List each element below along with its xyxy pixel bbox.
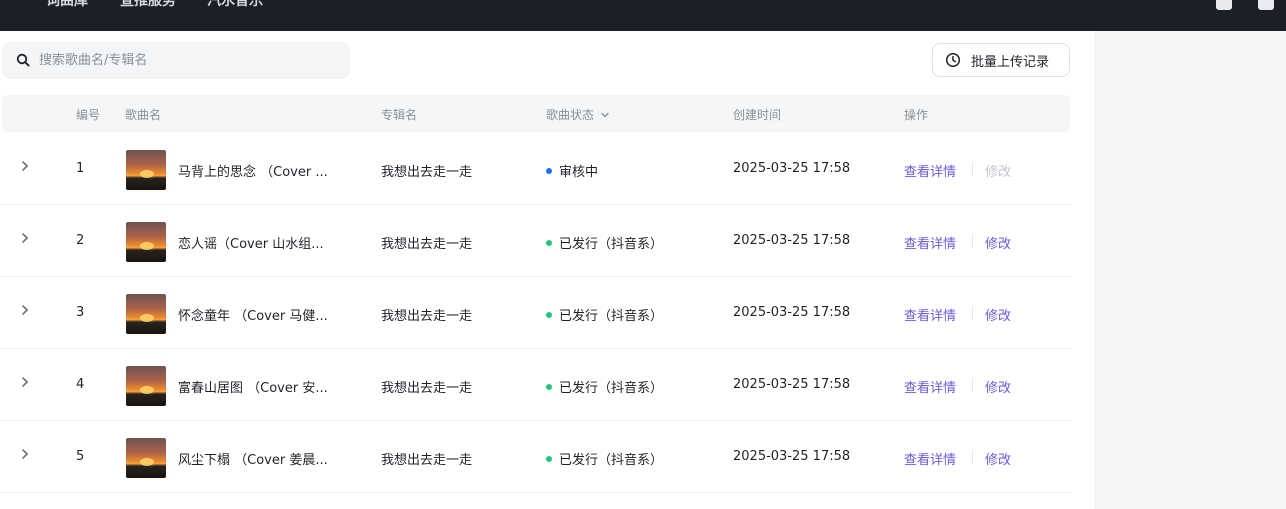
- chevron-right-icon[interactable]: [18, 375, 32, 389]
- table-row: 2 恋人谣（Cover 山水组... 我想出去走一走 已发行（抖音系） 2025-03-…: [0, 205, 1072, 277]
- song-name: 富春山居图 （Cover 安...: [178, 381, 328, 396]
- chevron-right-icon[interactable]: [18, 159, 32, 173]
- chevron-right-icon[interactable]: [18, 231, 32, 245]
- search-icon: [16, 53, 30, 67]
- created-time: 2025-03-25 17:58: [733, 449, 851, 464]
- chevron-right-icon[interactable]: [18, 447, 32, 461]
- nav-item-lyrics-library[interactable]: 词曲库: [46, 0, 88, 11]
- album-cover: [126, 294, 166, 334]
- top-navigation-bar: 词曲库 宣推服务 汽水音乐: [0, 0, 1286, 31]
- status-badge: 已发行（抖音系）: [546, 377, 663, 396]
- created-time: 2025-03-25 17:58: [733, 377, 851, 392]
- action-divider: [972, 379, 973, 391]
- column-header-created: 创建时间: [733, 108, 782, 122]
- created-time: 2025-03-25 17:58: [733, 233, 851, 248]
- status-text: 已发行（抖音系）: [559, 453, 664, 468]
- view-details-link[interactable]: 查看详情: [904, 377, 956, 396]
- row-number: 3: [76, 305, 85, 320]
- nav-item-promotion-service[interactable]: 宣推服务: [120, 0, 176, 11]
- album-cover: [126, 222, 166, 262]
- modify-link[interactable]: 修改: [985, 305, 1011, 324]
- status-badge: 已发行（抖音系）: [546, 233, 663, 252]
- clock-icon: [945, 52, 961, 68]
- nav-item-qishui-music[interactable]: 汽水音乐: [207, 0, 263, 11]
- album-name: 我想出去走一走: [381, 165, 473, 180]
- album-name: 我想出去走一走: [381, 309, 473, 324]
- status-badge: 已发行（抖音系）: [546, 449, 663, 468]
- view-details-link[interactable]: 查看详情: [904, 161, 956, 180]
- row-number: 2: [76, 233, 85, 248]
- clipboard-icon[interactable]: [1216, 0, 1232, 10]
- song-name: 怀念童年 （Cover 马健...: [178, 309, 328, 324]
- status-text: 已发行（抖音系）: [559, 237, 664, 252]
- status-dot: [546, 167, 552, 174]
- view-details-link[interactable]: 查看详情: [904, 233, 956, 252]
- view-details-link[interactable]: 查看详情: [904, 449, 956, 468]
- search-box[interactable]: [2, 42, 350, 79]
- table-row: 1 马背上的思念 （Cover ... 我想出去走一走 审核中 2025-03-25 1…: [0, 133, 1072, 205]
- action-divider: [972, 235, 973, 247]
- column-header-status: 歌曲状态: [546, 108, 595, 122]
- table-row: 5 风尘下榻 （Cover 姜晨... 我想出去走一走 已发行（抖音系） 2025-03…: [0, 421, 1072, 493]
- song-name: 恋人谣（Cover 山水组...: [178, 237, 324, 252]
- status-text: 已发行（抖音系）: [559, 381, 664, 396]
- album-cover: [126, 438, 166, 478]
- status-text: 已发行（抖音系）: [559, 309, 664, 324]
- action-divider: [972, 307, 973, 319]
- modify-link[interactable]: 修改: [985, 377, 1011, 396]
- row-number: 5: [76, 449, 85, 464]
- column-header-album: 专辑名: [381, 108, 418, 122]
- view-details-link[interactable]: 查看详情: [904, 305, 956, 324]
- status-badge: 审核中: [546, 161, 598, 180]
- table-row: 3 怀念童年 （Cover 马健... 我想出去走一走 已发行（抖音系） 2025-03…: [0, 277, 1072, 349]
- modify-link[interactable]: 修改: [985, 449, 1011, 468]
- status-dot: [546, 455, 552, 462]
- album-cover: [126, 150, 166, 190]
- table-row: 4 富春山居图 （Cover 安... 我想出去走一走 已发行（抖音系） 2025-03…: [0, 349, 1072, 421]
- status-dot: [546, 383, 552, 390]
- table-header: 编号 歌曲名 专辑名 歌曲状态 创建时间 操作: [2, 95, 1070, 132]
- album-cover: [126, 366, 166, 406]
- album-name: 我想出去走一走: [381, 381, 473, 396]
- song-name: 风尘下榻 （Cover 姜晨...: [178, 453, 328, 468]
- right-side-panel: [1094, 31, 1286, 509]
- chevron-down-icon: [601, 112, 609, 117]
- modify-link: 修改: [985, 165, 1012, 180]
- column-header-number: 编号: [76, 108, 101, 122]
- row-number: 1: [76, 161, 85, 176]
- message-icon[interactable]: [1258, 0, 1274, 10]
- album-name: 我想出去走一走: [381, 453, 473, 468]
- action-divider: [972, 163, 973, 175]
- created-time: 2025-03-25 17:58: [733, 305, 851, 320]
- album-name: 我想出去走一走: [381, 237, 473, 252]
- row-number: 4: [76, 377, 85, 392]
- modify-link[interactable]: 修改: [985, 233, 1011, 252]
- action-divider: [972, 451, 973, 463]
- created-time: 2025-03-25 17:58: [733, 161, 851, 176]
- song-name: 马背上的思念 （Cover ...: [178, 165, 328, 180]
- chevron-right-icon[interactable]: [18, 303, 32, 317]
- batch-upload-history-button[interactable]: 批量上传记录: [932, 43, 1070, 77]
- batch-upload-history-label: 批量上传记录: [971, 54, 1050, 70]
- status-dot: [546, 239, 552, 246]
- status-text: 审核中: [559, 165, 599, 180]
- column-header-status-filter[interactable]: 歌曲状态: [546, 106, 610, 123]
- status-badge: 已发行（抖音系）: [546, 305, 663, 324]
- search-input[interactable]: [39, 42, 339, 79]
- column-header-song: 歌曲名: [125, 108, 162, 122]
- status-dot: [546, 311, 552, 318]
- column-header-actions: 操作: [904, 108, 929, 122]
